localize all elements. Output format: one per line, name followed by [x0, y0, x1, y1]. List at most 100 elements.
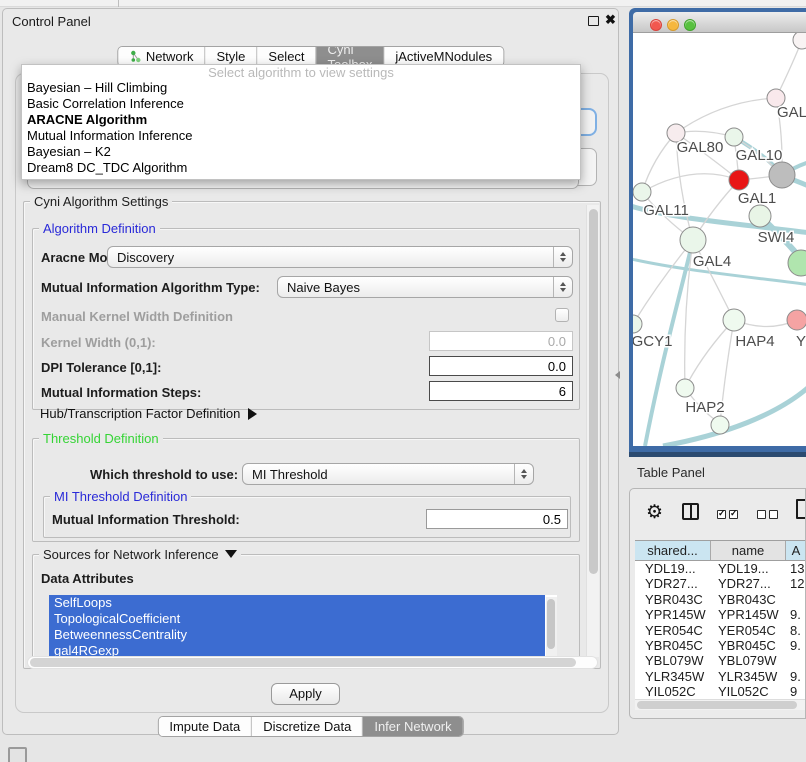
- node-gal4[interactable]: [680, 227, 706, 253]
- tab-label: Select: [268, 49, 304, 64]
- node-green[interactable]: [788, 250, 806, 276]
- mi-type-combobox[interactable]: Naive Bayes: [277, 276, 573, 298]
- table-panel-window: ⚙ shared...nameA YDL19...YDL19...13YDR27…: [629, 488, 806, 719]
- control-panel-title: Control Panel: [12, 14, 91, 29]
- table-cell: [786, 592, 806, 607]
- table-row[interactable]: YLR345WYLR345W9.: [635, 669, 806, 684]
- node-hap2-label: HAP2: [685, 399, 724, 416]
- tab-infer-network[interactable]: Infer Network: [363, 717, 462, 736]
- table-row[interactable]: YDR27...YDR27...12: [635, 576, 806, 591]
- table-row[interactable]: YBR043CYBR043C: [635, 592, 806, 607]
- table-cell: [786, 653, 806, 668]
- collapsed-panel-button[interactable]: [8, 747, 27, 762]
- table-cell: 9.: [786, 669, 806, 684]
- table-cell: YBR045C: [711, 638, 786, 653]
- table-cell: YER054C: [635, 623, 711, 638]
- dpi-tolerance-field[interactable]: 0.0: [429, 356, 573, 376]
- float-window-icon[interactable]: [588, 16, 599, 26]
- mi-threshold-definition-group: MI Threshold Definition Mutual Informati…: [43, 496, 571, 538]
- dropdown-item-aracne-algorithm[interactable]: ARACNE Algorithm: [22, 112, 580, 128]
- node-gcy1[interactable]: [633, 315, 642, 333]
- dropdown-item-bayesian-k2[interactable]: Bayesian – K2: [22, 144, 580, 160]
- network-graph[interactable]: GALGAL80GAL10GAL1GAL11SWI4GAL4GCY1HAP4YH…: [633, 33, 806, 446]
- table-row[interactable]: YDL19...YDL19...13: [635, 561, 806, 576]
- table-row[interactable]: YBL079WYBL079W: [635, 653, 806, 668]
- network-window-titlebar[interactable]: [633, 12, 806, 33]
- checked-pair-icon[interactable]: [717, 507, 741, 522]
- attribute-item-betweennesscentrality[interactable]: BetweennessCentrality: [49, 627, 545, 643]
- which-threshold-combobox[interactable]: MI Threshold: [242, 463, 534, 485]
- mi-threshold-group-title: MI Threshold Definition: [50, 489, 191, 504]
- cyni-bottom-tabs: Impute DataDiscretize DataInfer Network: [157, 716, 463, 737]
- node-y-partial[interactable]: [787, 310, 806, 330]
- minimize-light-icon[interactable]: [667, 19, 679, 31]
- node-bottom-partial[interactable]: [711, 416, 729, 434]
- settings-vertical-scrollbar[interactable]: [586, 205, 599, 657]
- data-attributes-label: Data Attributes: [41, 571, 134, 586]
- expanded-arrow-icon: [225, 550, 237, 558]
- node-gal1[interactable]: [729, 170, 749, 190]
- aracne-mode-value: Discovery: [108, 250, 553, 265]
- column-header-name[interactable]: name: [711, 541, 786, 560]
- dropdown-item-mutual-information-inference[interactable]: Mutual Information Inference: [22, 128, 580, 144]
- table-row[interactable]: YBR045CYBR045C9.: [635, 638, 806, 653]
- tab-discretize-data[interactable]: Discretize Data: [252, 717, 363, 736]
- stepper-arrows-icon: [514, 464, 533, 484]
- hub-transcription-factor-toggle[interactable]: Hub/Transcription Factor Definition: [40, 406, 257, 421]
- network-canvas[interactable]: GALGAL80GAL10GAL1GAL11SWI4GAL4GCY1HAP4YH…: [633, 33, 806, 446]
- network-selector-partial[interactable]: [27, 179, 579, 189]
- screen: Control Panel ✖ NetworkStyleSelectCyni T…: [0, 0, 806, 762]
- node-hap4[interactable]: [723, 309, 745, 331]
- settings-horizontal-scrollbar[interactable]: [27, 656, 598, 669]
- node-swi4[interactable]: [749, 205, 771, 227]
- table-cell: YER054C: [711, 623, 786, 638]
- dropdown-item-dream8-dc-tdc-algorithm[interactable]: Dream8 DC_TDC Algorithm: [22, 160, 580, 176]
- node-gal1-label: GAL1: [738, 190, 776, 207]
- mi-steps-field[interactable]: 6: [429, 381, 573, 401]
- table-row[interactable]: YER054CYER054C8.: [635, 623, 806, 638]
- unchecked-pair-icon[interactable]: [757, 507, 781, 522]
- table-cell: YPR145W: [711, 607, 786, 622]
- table-horizontal-scrollbar[interactable]: [635, 699, 805, 710]
- tab-impute-data[interactable]: Impute Data: [158, 717, 252, 736]
- column-header-shared[interactable]: shared...: [635, 541, 711, 560]
- node-hap4-label: HAP4: [735, 333, 774, 350]
- list-scrollbar[interactable]: [546, 597, 557, 659]
- table-row[interactable]: YIL052CYIL052C9: [635, 684, 806, 699]
- manual-kernel-checkbox[interactable]: [555, 308, 569, 322]
- table-cell: YLR345W: [635, 669, 711, 684]
- gear-icon[interactable]: ⚙: [646, 501, 663, 524]
- node-gal10[interactable]: [725, 128, 743, 146]
- dpi-tolerance-label: DPI Tolerance [0,1]:: [41, 360, 161, 375]
- dropdown-item-bayesian-hill-climbing[interactable]: Bayesian – Hill Climbing: [22, 80, 580, 96]
- node-hap2[interactable]: [676, 379, 694, 397]
- columns-icon[interactable]: [682, 503, 699, 520]
- settings-group-title: Cyni Algorithm Settings: [30, 194, 172, 209]
- kernel-width-field[interactable]: 0.0: [429, 331, 573, 351]
- which-threshold-value: MI Threshold: [243, 467, 514, 482]
- apply-button[interactable]: Apply: [271, 683, 340, 705]
- table-cell: 8.: [786, 623, 806, 638]
- node-top-partial[interactable]: [793, 33, 806, 49]
- mi-threshold-field[interactable]: 0.5: [426, 509, 568, 529]
- attribute-item-selfloops[interactable]: SelfLoops: [49, 595, 545, 611]
- node-gal11[interactable]: [633, 183, 651, 201]
- table-cell: YDL19...: [635, 561, 711, 576]
- data-attributes-list[interactable]: SelfLoopsTopologicalCoefficientBetweenne…: [49, 595, 557, 662]
- panel-splitter-handle[interactable]: [615, 371, 620, 379]
- aracne-mode-combobox[interactable]: Discovery: [107, 246, 573, 268]
- attribute-item-topologicalcoefficient[interactable]: TopologicalCoefficient: [49, 611, 545, 627]
- node-gray[interactable]: [769, 162, 795, 188]
- algorithm-definition-group: Algorithm Definition Aracne Mode: Discov…: [32, 228, 580, 410]
- sources-group: Sources for Network Inference Data Attri…: [32, 554, 580, 666]
- zoom-light-icon[interactable]: [684, 19, 696, 31]
- close-icon[interactable]: ✖: [605, 12, 616, 28]
- mi-type-label: Mutual Information Algorithm Type:: [41, 280, 260, 295]
- dropdown-item-basic-correlation-inference[interactable]: Basic Correlation Inference: [22, 96, 580, 112]
- page-icon[interactable]: [796, 499, 806, 519]
- algorithm-dropdown-popup: Select algorithm to view settings Bayesi…: [21, 64, 581, 180]
- close-light-icon[interactable]: [650, 19, 662, 31]
- sources-title-toggle[interactable]: Sources for Network Inference: [39, 547, 241, 562]
- column-header-a[interactable]: A: [786, 541, 806, 560]
- table-row[interactable]: YPR145WYPR145W9.: [635, 607, 806, 622]
